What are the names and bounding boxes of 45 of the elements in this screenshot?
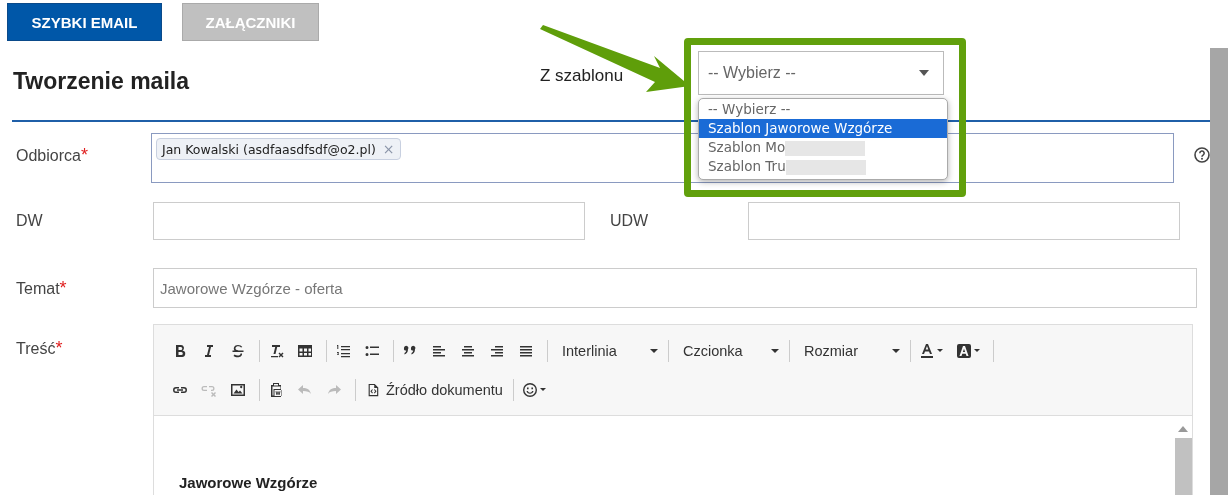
field-label: Temat [16, 280, 60, 297]
template-select[interactable]: -- Wybierz -- [698, 51, 944, 95]
field-label: DW [16, 212, 44, 230]
required-mark: * [55, 338, 63, 358]
bcc-field[interactable] [748, 202, 1180, 240]
field-label: UDW [610, 212, 650, 230]
caret-icon [650, 348, 658, 353]
clear-format-icon [268, 342, 284, 359]
field-label: Treść [16, 340, 56, 357]
required-mark: * [80, 145, 88, 165]
caret-icon [919, 70, 929, 76]
table-icon [297, 342, 313, 359]
toolbar-dropdown[interactable]: Interlinia [552, 342, 664, 359]
dropdown-option[interactable]: -- Wybierz -- [699, 100, 947, 119]
caret-icon [937, 349, 943, 352]
strikethrough-icon [230, 342, 246, 359]
template-label: Z szablonu [540, 66, 625, 86]
caret-icon [539, 388, 546, 391]
caret-icon [892, 348, 900, 353]
scrollbar[interactable] [1210, 48, 1228, 495]
field-label: Odbiorca [16, 147, 81, 164]
tab[interactable]: SZYBKI EMAIL [7, 3, 162, 41]
background-color-icon [956, 342, 972, 359]
toolbar-dropdown[interactable]: Czcionka [673, 342, 785, 359]
content-heading: Jaworowe Wzgórze [179, 474, 319, 491]
smiley-icon [521, 381, 538, 398]
required-mark: * [59, 278, 67, 298]
dropdown-option[interactable]: Szablon Jaworowe Wzgórze [699, 119, 947, 138]
source-button[interactable]: Źródło dokumentu [360, 378, 509, 401]
cc-field[interactable] [153, 202, 585, 240]
image-icon [230, 381, 246, 398]
dropdown-option[interactable]: Szablon Tru [699, 157, 947, 176]
toolbar-dropdown[interactable]: Rozmiar [794, 342, 906, 359]
recipient-chip: Jan Kowalski (asdfaasdfsdf@o2.pl) × [156, 138, 401, 160]
subject-field[interactable]: Jaworowe Wzgórze - oferta [153, 268, 1197, 308]
caret-icon [771, 348, 779, 353]
scroll-up-icon [1178, 426, 1188, 432]
document-icon [366, 381, 380, 398]
dropdown-option[interactable]: Szablon Mo [699, 138, 947, 157]
page-title: Tworzenie maila [13, 68, 191, 95]
text-color-icon [919, 342, 935, 359]
numbered-list-icon [335, 342, 351, 359]
paste-icon [268, 381, 284, 398]
help-icon[interactable] [1194, 147, 1210, 163]
caret-icon [974, 349, 980, 352]
